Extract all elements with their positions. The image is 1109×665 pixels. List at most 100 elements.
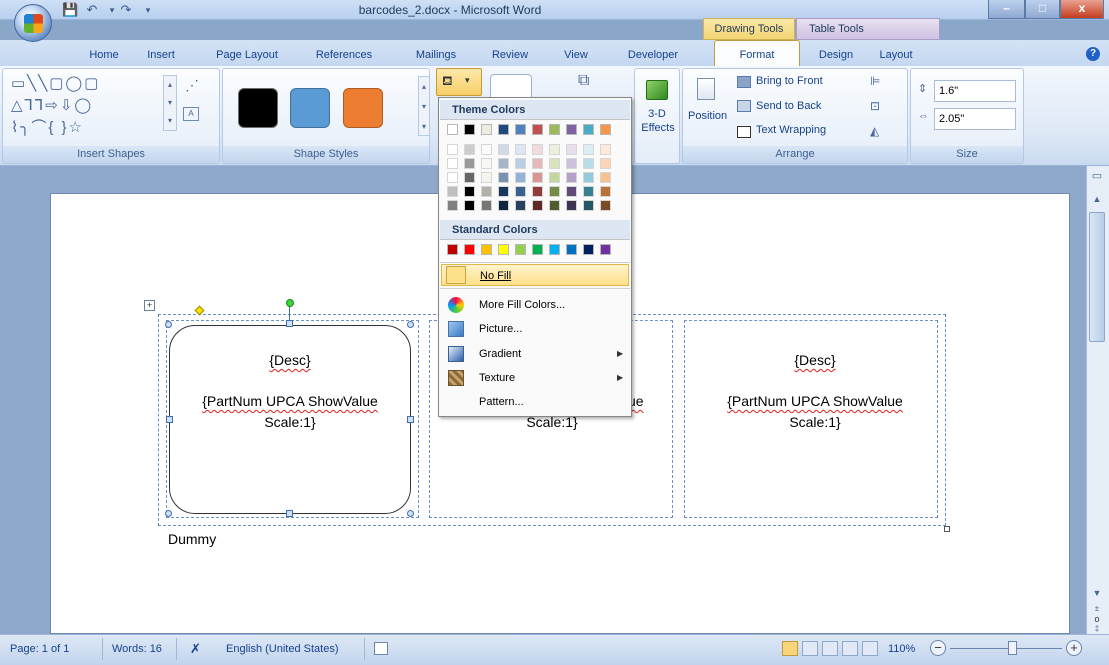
theme-shade-swatch[interactable] [566,186,577,197]
minimize-button[interactable]: – [988,0,1025,19]
next-page-icon[interactable]: ‡ [1089,624,1105,634]
text-box-icon[interactable]: A [183,107,199,121]
macro-record-icon[interactable] [374,642,388,655]
pattern-fill-item[interactable]: Pattern... [441,391,629,413]
tab-developer[interactable]: Developer [618,45,688,65]
gradient-fill-item[interactable]: Gradient ▶ [441,343,629,365]
theme-shade-swatch[interactable] [515,200,526,211]
theme-shade-swatch[interactable] [600,144,611,155]
shadow-effects-icon[interactable]: ⧉ [578,72,589,90]
resize-handle[interactable] [286,510,293,517]
theme-shade-swatch[interactable] [515,144,526,155]
theme-shade-swatch[interactable] [583,186,594,197]
theme-shade-swatch[interactable] [583,200,594,211]
shape-fill-button[interactable]: ⛾ ▾ [436,68,482,96]
theme-color-swatch[interactable] [498,124,509,135]
shape-style-black[interactable] [238,88,278,128]
theme-shade-swatch[interactable] [481,158,492,169]
prev-page-icon[interactable]: ± [1089,604,1105,614]
theme-color-swatch[interactable] [515,124,526,135]
theme-shade-swatch[interactable] [464,186,475,197]
theme-shade-swatch[interactable] [600,200,611,211]
tab-page-layout[interactable]: Page Layout [208,45,286,65]
position-label[interactable]: Position [688,110,727,122]
standard-color-swatch[interactable] [464,244,475,255]
theme-shade-swatch[interactable] [481,186,492,197]
standard-color-swatch[interactable] [532,244,543,255]
tab-home[interactable]: Home [82,45,126,65]
theme-shade-swatch[interactable] [498,158,509,169]
theme-shade-swatch[interactable] [447,172,458,183]
theme-shade-swatch[interactable] [481,144,492,155]
resize-handle[interactable] [407,510,414,517]
standard-color-swatch[interactable] [481,244,492,255]
standard-color-swatch[interactable] [566,244,577,255]
theme-shade-swatch[interactable] [515,172,526,183]
scroll-up-icon[interactable]: ▲ [1089,194,1105,208]
zoom-level[interactable]: 110% [888,641,915,657]
select-browse-object-icon[interactable]: o [1089,614,1105,624]
theme-shade-swatch[interactable] [532,158,543,169]
send-to-back-button[interactable]: Send to Back [756,100,821,112]
office-button[interactable] [14,4,52,42]
zoom-out-icon[interactable]: − [930,640,946,656]
tab-format[interactable]: Format [716,45,798,65]
tab-references[interactable]: References [306,45,382,65]
theme-color-swatch[interactable] [447,124,458,135]
outline-view-icon[interactable] [842,641,858,656]
proofing-icon[interactable]: ✗ [190,641,201,657]
web-layout-view-icon[interactable] [822,641,838,656]
theme-color-swatch[interactable] [600,124,611,135]
theme-color-swatch[interactable] [583,124,594,135]
scroll-down-icon[interactable]: ▼ [1089,588,1105,602]
theme-shade-swatch[interactable] [464,172,475,183]
theme-shade-swatch[interactable] [447,158,458,169]
theme-shade-swatch[interactable] [498,200,509,211]
theme-shade-swatch[interactable] [464,158,475,169]
resize-handle[interactable] [286,320,293,327]
maximize-button[interactable]: □ [1025,0,1060,19]
theme-shade-swatch[interactable] [549,172,560,183]
theme-shade-swatch[interactable] [549,200,560,211]
theme-shade-swatch[interactable] [498,144,509,155]
theme-shade-swatch[interactable] [532,172,543,183]
theme-color-swatch[interactable] [532,124,543,135]
theme-shade-swatch[interactable] [549,186,560,197]
theme-shade-swatch[interactable] [464,200,475,211]
3d-effects-icon[interactable] [646,80,668,100]
more-fill-colors-item[interactable]: More Fill Colors... [441,294,629,316]
theme-shade-swatch[interactable] [549,158,560,169]
edit-shape-icon[interactable]: ⋰ [185,77,199,94]
help-icon[interactable]: ? [1086,47,1100,61]
shape-styles-scroll[interactable]: ▴ ▾ ▾ [418,76,430,136]
tab-mailings[interactable]: Mailings [408,45,464,65]
shapes-gallery-scroll[interactable]: ▴ ▾ ▾ [163,75,177,131]
height-input[interactable]: 1.6" [934,80,1016,102]
3d-effects-label[interactable]: 3-D [636,108,678,120]
standard-color-swatch[interactable] [515,244,526,255]
theme-shade-swatch[interactable] [481,172,492,183]
standard-color-swatch[interactable] [498,244,509,255]
theme-shade-swatch[interactable] [566,158,577,169]
theme-shade-swatch[interactable] [566,144,577,155]
word-count[interactable]: Words: 16 [112,641,162,657]
theme-shade-swatch[interactable] [583,172,594,183]
text-wrapping-button[interactable]: Text Wrapping [756,124,826,136]
theme-shade-swatch[interactable] [447,144,458,155]
tab-view[interactable]: View [558,45,594,65]
theme-shade-swatch[interactable] [498,172,509,183]
theme-shade-swatch[interactable] [532,186,543,197]
tab-design[interactable]: Design [812,45,860,65]
theme-shade-swatch[interactable] [600,158,611,169]
group-icon[interactable]: ⊡ [870,99,880,113]
shape-style-blue[interactable] [290,88,330,128]
theme-color-swatch[interactable] [464,124,475,135]
zoom-in-icon[interactable]: + [1066,640,1082,656]
resize-handle[interactable] [407,321,414,328]
standard-color-swatch[interactable] [549,244,560,255]
draft-view-icon[interactable] [862,641,878,656]
ruler-toggle-icon[interactable]: ▭ [1089,169,1105,189]
3d-effects-label-2[interactable]: Effects [632,122,684,134]
resize-handle[interactable] [165,321,172,328]
theme-shade-swatch[interactable] [583,144,594,155]
